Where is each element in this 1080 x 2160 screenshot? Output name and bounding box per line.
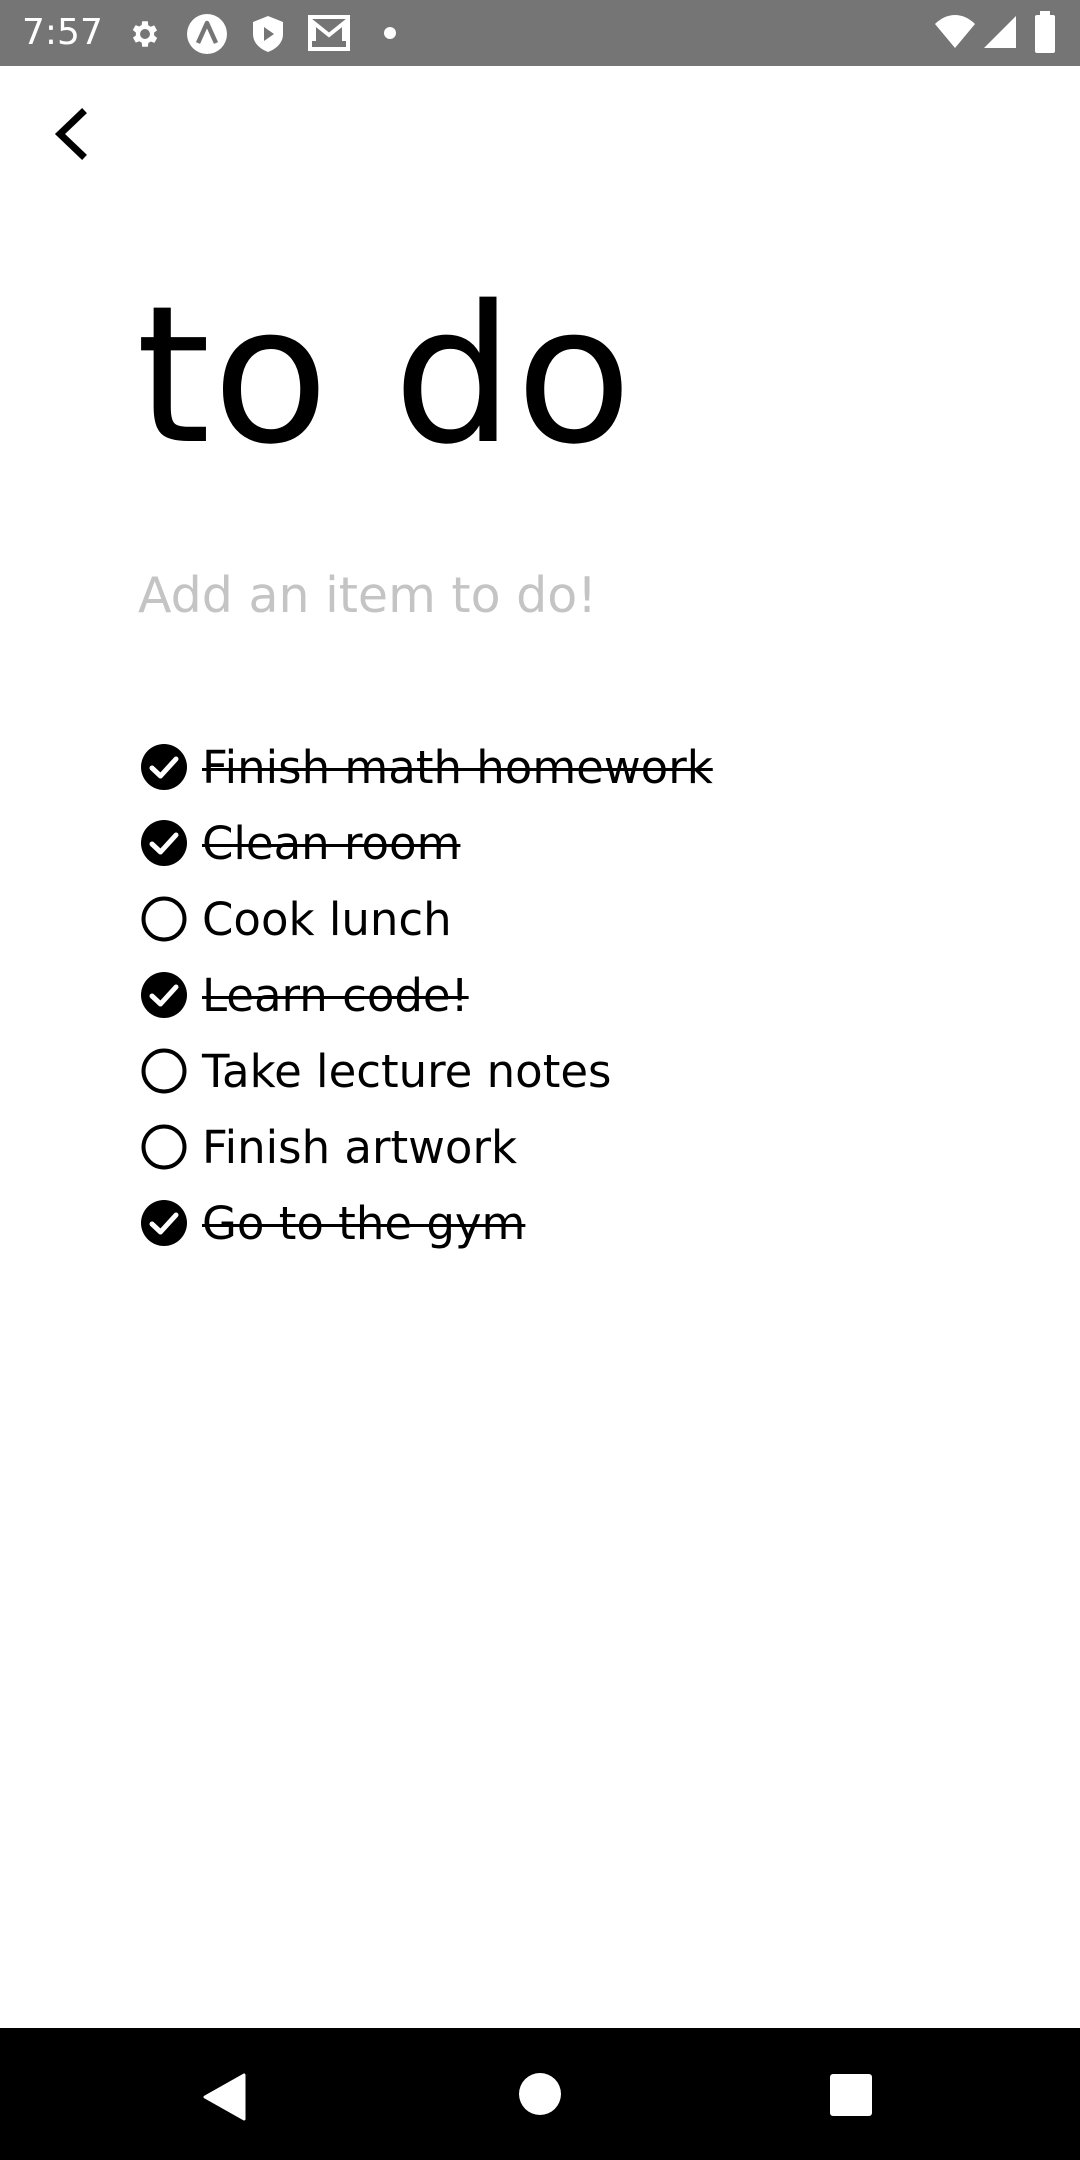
todo-list: Finish math homework Clean room Cook lunch…: [140, 729, 1040, 1261]
navigation-bar: [0, 2028, 1080, 2160]
recents-square-icon[interactable]: [829, 2073, 873, 2117]
back-button[interactable]: [40, 101, 106, 167]
chevron-left-icon: [54, 108, 87, 160]
gear-icon: [132, 21, 158, 47]
nav-arrow-icon: [187, 14, 227, 54]
todo-item-label: Finish artwork: [202, 1120, 518, 1174]
todo-item-label: Clean room: [202, 816, 461, 870]
unchecked-circle-icon[interactable]: [140, 1047, 188, 1095]
todo-item-label: Take lecture notes: [202, 1044, 612, 1098]
unchecked-circle-icon[interactable]: [140, 895, 188, 943]
todo-item-label: Learn code!: [202, 968, 469, 1022]
todo-item[interactable]: Go to the gym: [140, 1185, 1040, 1261]
gmail-icon: [308, 15, 350, 51]
dot-icon: [384, 27, 396, 39]
todo-item-label: Cook lunch: [202, 892, 452, 946]
wifi-icon: [935, 15, 975, 48]
signal-icon: [984, 16, 1016, 48]
battery-icon: [1035, 11, 1055, 53]
checked-circle-icon[interactable]: [140, 819, 188, 867]
status-bar: 7:57: [0, 0, 1080, 66]
app-screen: to do Finish math homework Clean room Cook…: [0, 66, 1080, 2028]
shield-icon: [253, 16, 283, 52]
todo-item[interactable]: Finish math homework: [140, 729, 1040, 805]
todo-item[interactable]: Clean room: [140, 805, 1040, 881]
todo-item[interactable]: Finish artwork: [140, 1109, 1040, 1185]
checked-circle-icon[interactable]: [140, 971, 188, 1019]
todo-item[interactable]: Cook lunch: [140, 881, 1040, 957]
todo-item[interactable]: Take lecture notes: [140, 1033, 1040, 1109]
home-circle-icon[interactable]: [518, 2072, 562, 2116]
todo-item[interactable]: Learn code!: [140, 957, 1040, 1033]
status-time: 7:57: [22, 12, 103, 53]
unchecked-circle-icon[interactable]: [140, 1123, 188, 1171]
add-item-input[interactable]: [138, 560, 938, 630]
todo-item-label: Go to the gym: [202, 1196, 526, 1250]
page-title: to do: [136, 265, 634, 486]
back-triangle-icon[interactable]: [202, 2073, 246, 2121]
checked-circle-icon[interactable]: [140, 1199, 188, 1247]
checked-circle-icon[interactable]: [140, 743, 188, 791]
todo-item-label: Finish math homework: [202, 740, 713, 794]
